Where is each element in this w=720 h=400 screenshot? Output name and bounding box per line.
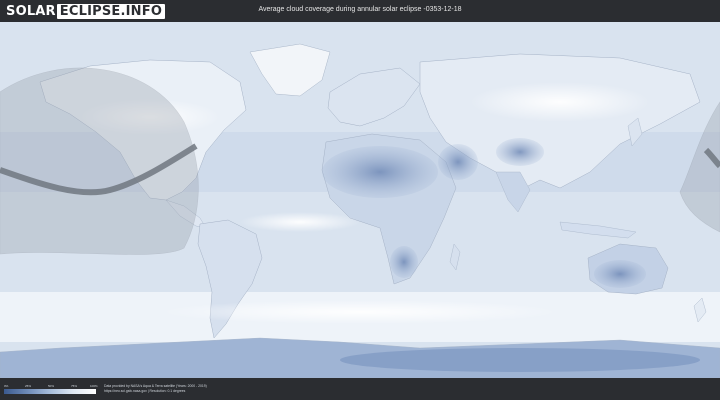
legend-tick: 100% [90, 384, 98, 388]
legend-tick: 75% [71, 384, 78, 388]
top-bar: SOLAR ECLIPSE.INFO Average cloud coverag… [0, 0, 720, 22]
antarctica-interior [340, 348, 700, 372]
southern-africa-clear-sky [390, 246, 418, 278]
footer-bar: 0% 25% 50% 75% 100% Data provided by NAS… [0, 378, 720, 400]
cloud-streak [160, 300, 560, 324]
logo-text-solar: SOLAR [6, 3, 56, 19]
cloud-streak [470, 82, 650, 122]
cloud-streak [240, 212, 360, 232]
legend-tick: 0% [4, 384, 9, 388]
central-asia-clear-sky [496, 138, 544, 166]
australia-clear-sky [594, 260, 646, 288]
legend-color-bar [4, 389, 96, 394]
page-title: Average cloud coverage during annular so… [258, 6, 462, 13]
data-credit: Data provided by NASA's Aqua & Terra sat… [104, 384, 207, 394]
cloud-coverage-legend: 0% 25% 50% 75% 100% [4, 384, 98, 398]
arabia-clear-sky [438, 144, 478, 180]
credit-line: https://neo.sci.gsfc.nasa.gov | Resoluti… [104, 389, 186, 393]
legend-tick: 50% [48, 384, 55, 388]
site-logo[interactable]: SOLAR ECLIPSE.INFO [6, 3, 166, 19]
cloud-coverage-world-map [0, 22, 720, 378]
sahara-clear-sky [322, 146, 438, 198]
logo-text-eclipse-info: ECLIPSE.INFO [56, 3, 166, 19]
legend-tick: 25% [25, 384, 32, 388]
